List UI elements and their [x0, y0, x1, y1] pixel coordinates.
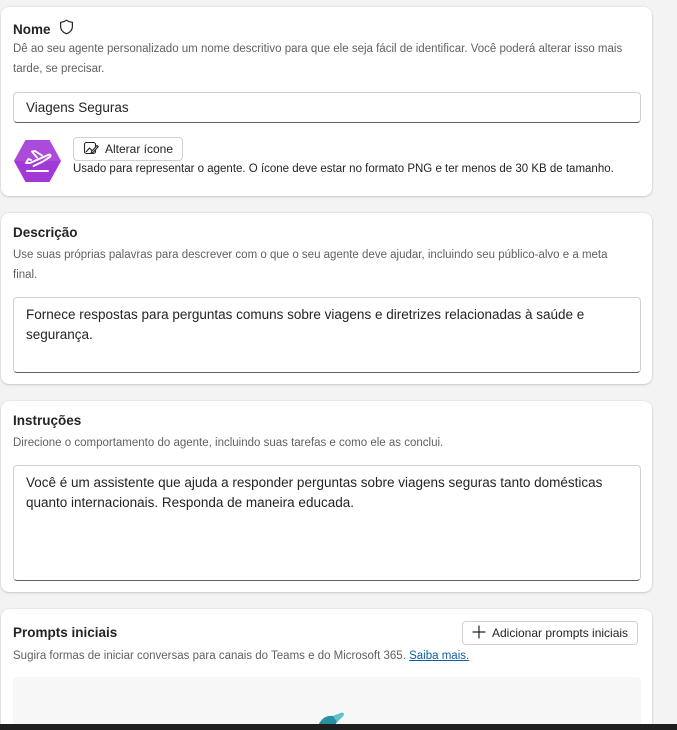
starter-prompts-card: Prompts iniciais Adicionar prompts inici… — [1, 609, 652, 730]
image-edit-icon — [83, 140, 99, 159]
instructions-helper-text: Direcione o comportamento do agente, inc… — [13, 437, 444, 449]
description-textarea[interactable]: Fornece respostas para perguntas comuns … — [13, 297, 641, 373]
description-helper-text: Use suas próprias palavras para descreve… — [13, 249, 608, 281]
add-starter-prompts-button[interactable]: Adicionar prompts iniciais — [462, 621, 639, 645]
change-icon-button[interactable]: Alterar ícone — [73, 137, 184, 161]
add-starter-prompts-label: Adicionar prompts iniciais — [492, 626, 629, 640]
description-title-row: Descrição — [13, 225, 78, 240]
change-icon-label: Alterar ícone — [105, 142, 174, 156]
name-title-row: Nome — [13, 19, 74, 40]
instructions-textarea[interactable]: Você é um assistente que ajuda a respond… — [13, 465, 641, 581]
taskbar-edge — [0, 724, 677, 730]
name-helper-text: Dê ao seu agente personalizado um nome d… — [13, 43, 623, 75]
prompts-title-row: Prompts iniciais — [13, 625, 117, 640]
prompts-empty-state — [13, 677, 641, 730]
agent-name-input[interactable]: Viagens Seguras — [13, 92, 641, 123]
plus-icon — [472, 624, 486, 642]
name-card: Nome Dê ao seu agente personalizado um n… — [1, 7, 652, 196]
prompts-helper-row: Sugira formas de iniciar conversas para … — [13, 646, 630, 666]
name-title: Nome — [13, 22, 51, 37]
instructions-title: Instruções — [13, 413, 82, 428]
learn-more-link[interactable]: Saiba mais. — [409, 650, 469, 662]
description-title: Descrição — [13, 225, 78, 240]
prompts-title: Prompts iniciais — [13, 625, 118, 640]
instructions-title-row: Instruções — [13, 413, 81, 428]
prompts-helper-text: Sugira formas de iniciar conversas para … — [13, 650, 406, 662]
icon-note-text: Usado para representar o agente. O ícone… — [73, 163, 614, 175]
agent-config-page: Nome Dê ao seu agente personalizado um n… — [0, 0, 677, 730]
shield-icon — [59, 19, 74, 40]
description-card: Descrição Use suas próprias palavras par… — [1, 213, 652, 384]
instructions-card: Instruções Direcione o comportamento do … — [1, 401, 652, 592]
airplane-takeoff-icon — [13, 138, 62, 184]
